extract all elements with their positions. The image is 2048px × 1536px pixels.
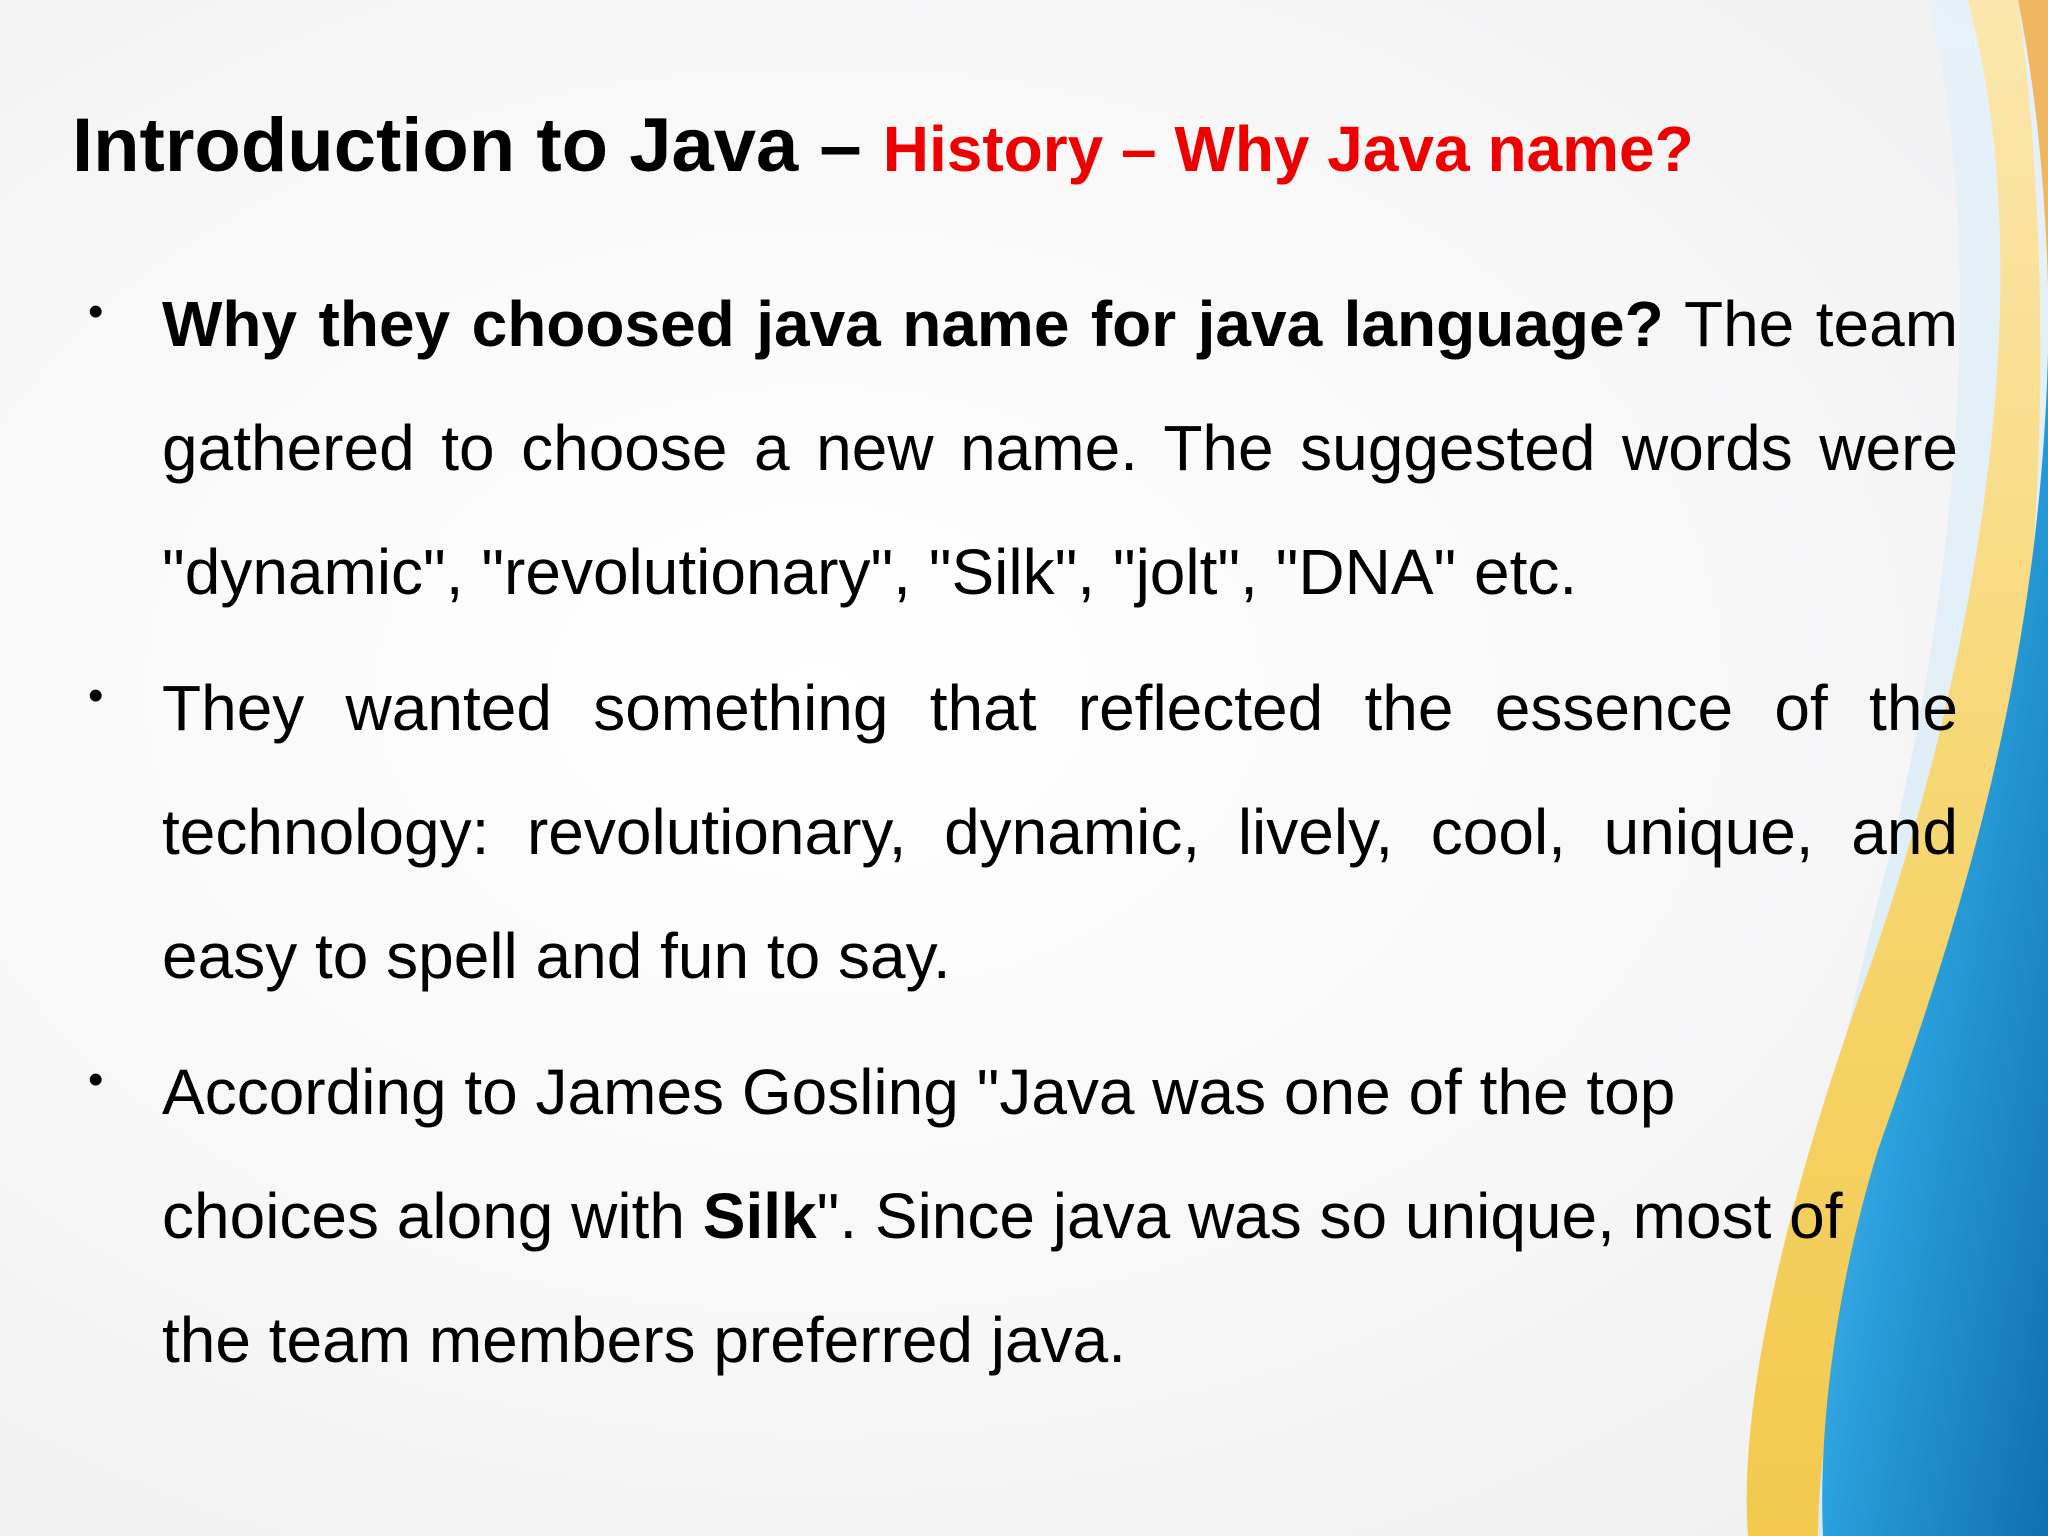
bullet-icon: • <box>88 1055 104 1104</box>
bullet-line: the team members preferred java. <box>162 1304 1126 1376</box>
title-subtitle: History – Why Java name? <box>882 113 1694 185</box>
bullet-list: • Why they choosed java name for java la… <box>88 262 1958 1414</box>
bullet-text: choices along with <box>162 1180 703 1252</box>
title-main: Introduction to Java – <box>72 103 883 188</box>
bullet-icon: • <box>88 671 104 720</box>
bullet-item: • They wanted something that reflected t… <box>88 646 1958 1018</box>
bullet-lead-bold: Why they choosed java name for java lang… <box>162 288 1664 360</box>
bullet-text: ". Since java was so unique, most of <box>816 1180 1843 1252</box>
bullet-line: choices along with Silk". Since java was… <box>162 1154 1958 1278</box>
bullet-item: • According to James Gosling "Java was o… <box>88 1030 1958 1402</box>
bullet-text: They wanted something that reflected the… <box>162 672 1958 992</box>
silk-bold: Silk <box>702 1180 817 1252</box>
bullet-icon: • <box>88 287 104 336</box>
bullet-line: According to James Gosling "Java was one… <box>162 1056 1676 1128</box>
bullet-item: • Why they choosed java name for java la… <box>88 262 1958 634</box>
slide-title: Introduction to Java – History – Why Jav… <box>72 102 1694 189</box>
